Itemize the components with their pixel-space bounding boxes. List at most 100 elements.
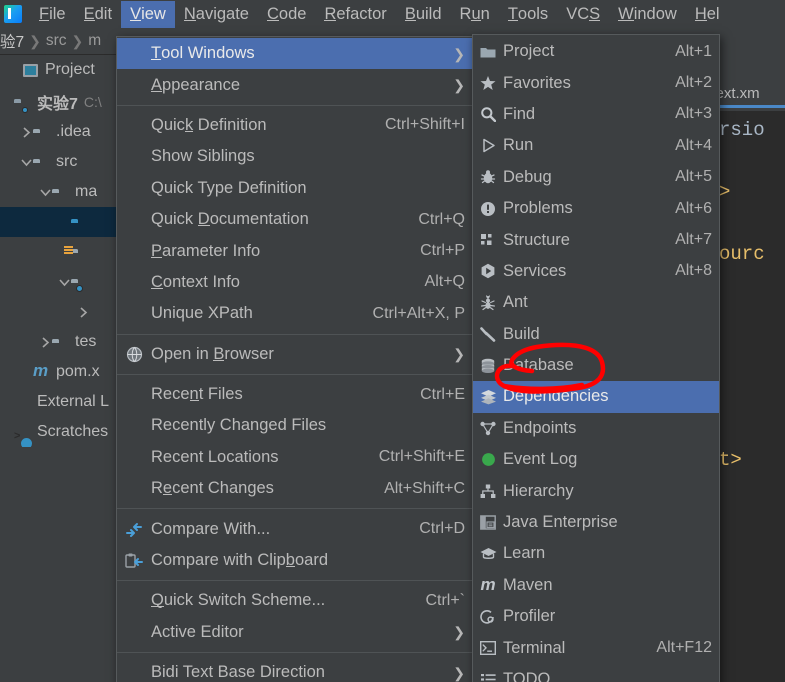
view-menu-item-recent-files[interactable]: Recent Files Ctrl+E <box>117 379 472 410</box>
toolwindow-menu-item-event-log[interactable]: Event Log <box>473 444 719 475</box>
view-menu-item-quick-definition[interactable]: Quick Definition Ctrl+Shift+I <box>117 110 472 141</box>
view-menu-item-appearance[interactable]: Appearance ❯ <box>117 69 472 100</box>
menu-item-shortcut: Ctrl+E <box>420 385 465 403</box>
editor-lower-token: t> <box>719 449 742 471</box>
menubar-item-code[interactable]: Code <box>258 1 315 28</box>
chevron-down-icon[interactable] <box>57 278 71 287</box>
toolwindow-menu-item-problems[interactable]: Problems Alt+6 <box>473 193 719 224</box>
breadcrumb-item[interactable]: src <box>46 32 67 50</box>
view-menu-item-quick-type-definition[interactable]: Quick Type Definition <box>117 173 472 204</box>
view-menu-item-unique-xpath[interactable]: Unique XPath Ctrl+Alt+X, P <box>117 298 472 329</box>
folder-icon <box>473 45 503 59</box>
toolwindow-menu-item-structure[interactable]: Structure Alt+7 <box>473 224 719 255</box>
endpoints-icon <box>473 421 503 436</box>
project-tree-path: C:\ <box>83 94 102 110</box>
java-enterprise-icon <box>473 515 503 530</box>
compare-clipboard-icon <box>117 553 151 569</box>
view-menu-item-open-in-browser[interactable]: Open in Browser ❯ <box>117 339 472 370</box>
menu-item-label: Database <box>503 356 574 375</box>
toolwindow-menu-item-maven[interactable]: m Maven <box>473 570 719 601</box>
menubar-item-run[interactable]: Run <box>451 1 499 28</box>
menu-item-label: Profiler <box>503 607 556 626</box>
menu-item-label: Recent Changes <box>151 479 274 498</box>
menu-item-shortcut: Ctrl+D <box>419 520 465 538</box>
view-menu-item-parameter-info[interactable]: Parameter Info Ctrl+P <box>117 235 472 266</box>
toolwindow-menu-item-build[interactable]: Build <box>473 319 719 350</box>
view-dropdown-menu[interactable]: Tool Windows ❯ Appearance ❯ Quick Definition… <box>116 36 473 682</box>
toolwindow-menu-item-find[interactable]: Find Alt+3 <box>473 99 719 130</box>
project-tree-label: Scratches <box>37 423 109 440</box>
menu-item-label: Java Enterprise <box>503 513 618 532</box>
menu-item-label: Structure <box>503 230 570 249</box>
menu-item-label: Maven <box>503 575 553 594</box>
menu-item-label: Learn <box>503 544 546 563</box>
toolwindow-menu-item-run[interactable]: Run Alt+4 <box>473 130 719 161</box>
breadcrumb-separator: ❯ <box>71 32 84 49</box>
breadcrumb-item[interactable]: 验7 <box>0 30 24 52</box>
menu-item-shortcut: Alt+8 <box>675 262 712 280</box>
view-menu-item-recently-changed-files[interactable]: Recently Changed Files <box>117 410 472 441</box>
view-menu-item-quick-switch-scheme[interactable]: Quick Switch Scheme... Ctrl+` <box>117 585 472 616</box>
view-menu-item-compare-with-clipboard[interactable]: Compare with Clipboard <box>117 545 472 576</box>
breadcrumb-item[interactable]: m <box>88 32 101 50</box>
terminal-icon <box>473 641 503 656</box>
toolwindow-menu-item-profiler[interactable]: Profiler <box>473 601 719 632</box>
menu-separator <box>117 373 472 375</box>
view-menu-item-recent-changes[interactable]: Recent Changes Alt+Shift+C <box>117 473 472 504</box>
toolwindow-menu-item-database[interactable]: Database <box>473 350 719 381</box>
editor-lower-text: t> <box>719 421 785 531</box>
toolwindow-menu-item-learn[interactable]: Learn <box>473 538 719 569</box>
chevron-down-icon[interactable] <box>19 158 33 167</box>
menubar-item-hel[interactable]: Hel <box>686 1 729 28</box>
menubar-item-tools[interactable]: Tools <box>499 1 557 28</box>
maven-icon: m <box>480 575 496 595</box>
chevron-right-icon[interactable] <box>38 336 52 348</box>
menu-item-label: Quick Type Definition <box>151 178 307 197</box>
menubar-item-vcs[interactable]: VCS <box>557 1 609 28</box>
play-icon <box>473 138 503 153</box>
toolwindow-menu-item-ant[interactable]: Ant <box>473 287 719 318</box>
toolwindow-menu-item-endpoints[interactable]: Endpoints <box>473 413 719 444</box>
menu-item-label: Quick Switch Scheme... <box>151 591 326 610</box>
view-menu-item-bidi-text-base-direction[interactable]: Bidi Text Base Direction ❯ <box>117 657 472 682</box>
menu-item-shortcut: Ctrl+` <box>425 591 465 609</box>
chevron-right-icon[interactable] <box>76 306 90 318</box>
menubar-item-refactor[interactable]: Refactor <box>315 1 395 28</box>
toolwindow-menu-item-hierarchy[interactable]: Hierarchy <box>473 475 719 506</box>
project-tree-label: tes <box>75 333 97 350</box>
code-token: > <box>719 181 731 203</box>
view-menu-item-compare-with[interactable]: Compare With... Ctrl+D <box>117 513 472 544</box>
menu-item-label: Dependencies <box>503 387 609 406</box>
toolwindow-menu-item-java-enterprise[interactable]: Java Enterprise <box>473 507 719 538</box>
chevron-right-icon: ❯ <box>453 45 465 62</box>
tool-windows-submenu[interactable]: Project Alt+1 Favorites Alt+2 Find Alt+3 Run Al… <box>472 34 720 682</box>
toolwindow-menu-item-debug[interactable]: Debug Alt+5 <box>473 162 719 193</box>
toolwindow-menu-item-todo[interactable]: TODO <box>473 664 719 682</box>
toolwindow-menu-item-dependencies[interactable]: Dependencies <box>473 381 719 413</box>
toolwindow-menu-item-favorites[interactable]: Favorites Alt+2 <box>473 67 719 98</box>
menubar-item-navigate[interactable]: Navigate <box>175 1 258 28</box>
main-menu-bar: File Edit View Navigate Code Refactor Build Run… <box>0 0 785 28</box>
view-menu-item-recent-locations[interactable]: Recent Locations Ctrl+Shift+E <box>117 442 472 473</box>
menubar-item-file[interactable]: File <box>30 1 75 28</box>
menu-item-shortcut: Ctrl+P <box>420 242 465 260</box>
toolwindow-menu-item-project[interactable]: Project Alt+1 <box>473 36 719 67</box>
menubar-item-edit[interactable]: Edit <box>75 1 121 28</box>
view-menu-item-quick-documentation[interactable]: Quick Documentation Ctrl+Q <box>117 204 472 235</box>
view-menu-item-context-info[interactable]: Context Info Alt+Q <box>117 267 472 298</box>
menu-item-label: Recent Locations <box>151 447 279 466</box>
menubar-item-window[interactable]: Window <box>609 1 686 28</box>
view-menu-item-tool-windows[interactable]: Tool Windows ❯ <box>117 38 472 70</box>
toolwindow-menu-item-services[interactable]: Services Alt+8 <box>473 256 719 287</box>
toolwindow-menu-item-terminal[interactable]: Terminal Alt+F12 <box>473 632 719 663</box>
menu-item-shortcut: Alt+Shift+C <box>384 479 465 497</box>
editor-code-area[interactable]: rsio > ourc <box>719 111 785 421</box>
view-menu-item-active-editor[interactable]: Active Editor ❯ <box>117 617 472 648</box>
project-tree-label: src <box>56 153 78 170</box>
chevron-right-icon[interactable] <box>19 126 33 138</box>
view-menu-item-show-siblings[interactable]: Show Siblings <box>117 141 472 172</box>
menubar-item-view[interactable]: View <box>121 0 175 28</box>
bug-icon <box>473 169 503 185</box>
menubar-item-build[interactable]: Build <box>396 1 451 28</box>
chevron-down-icon[interactable] <box>38 188 52 197</box>
